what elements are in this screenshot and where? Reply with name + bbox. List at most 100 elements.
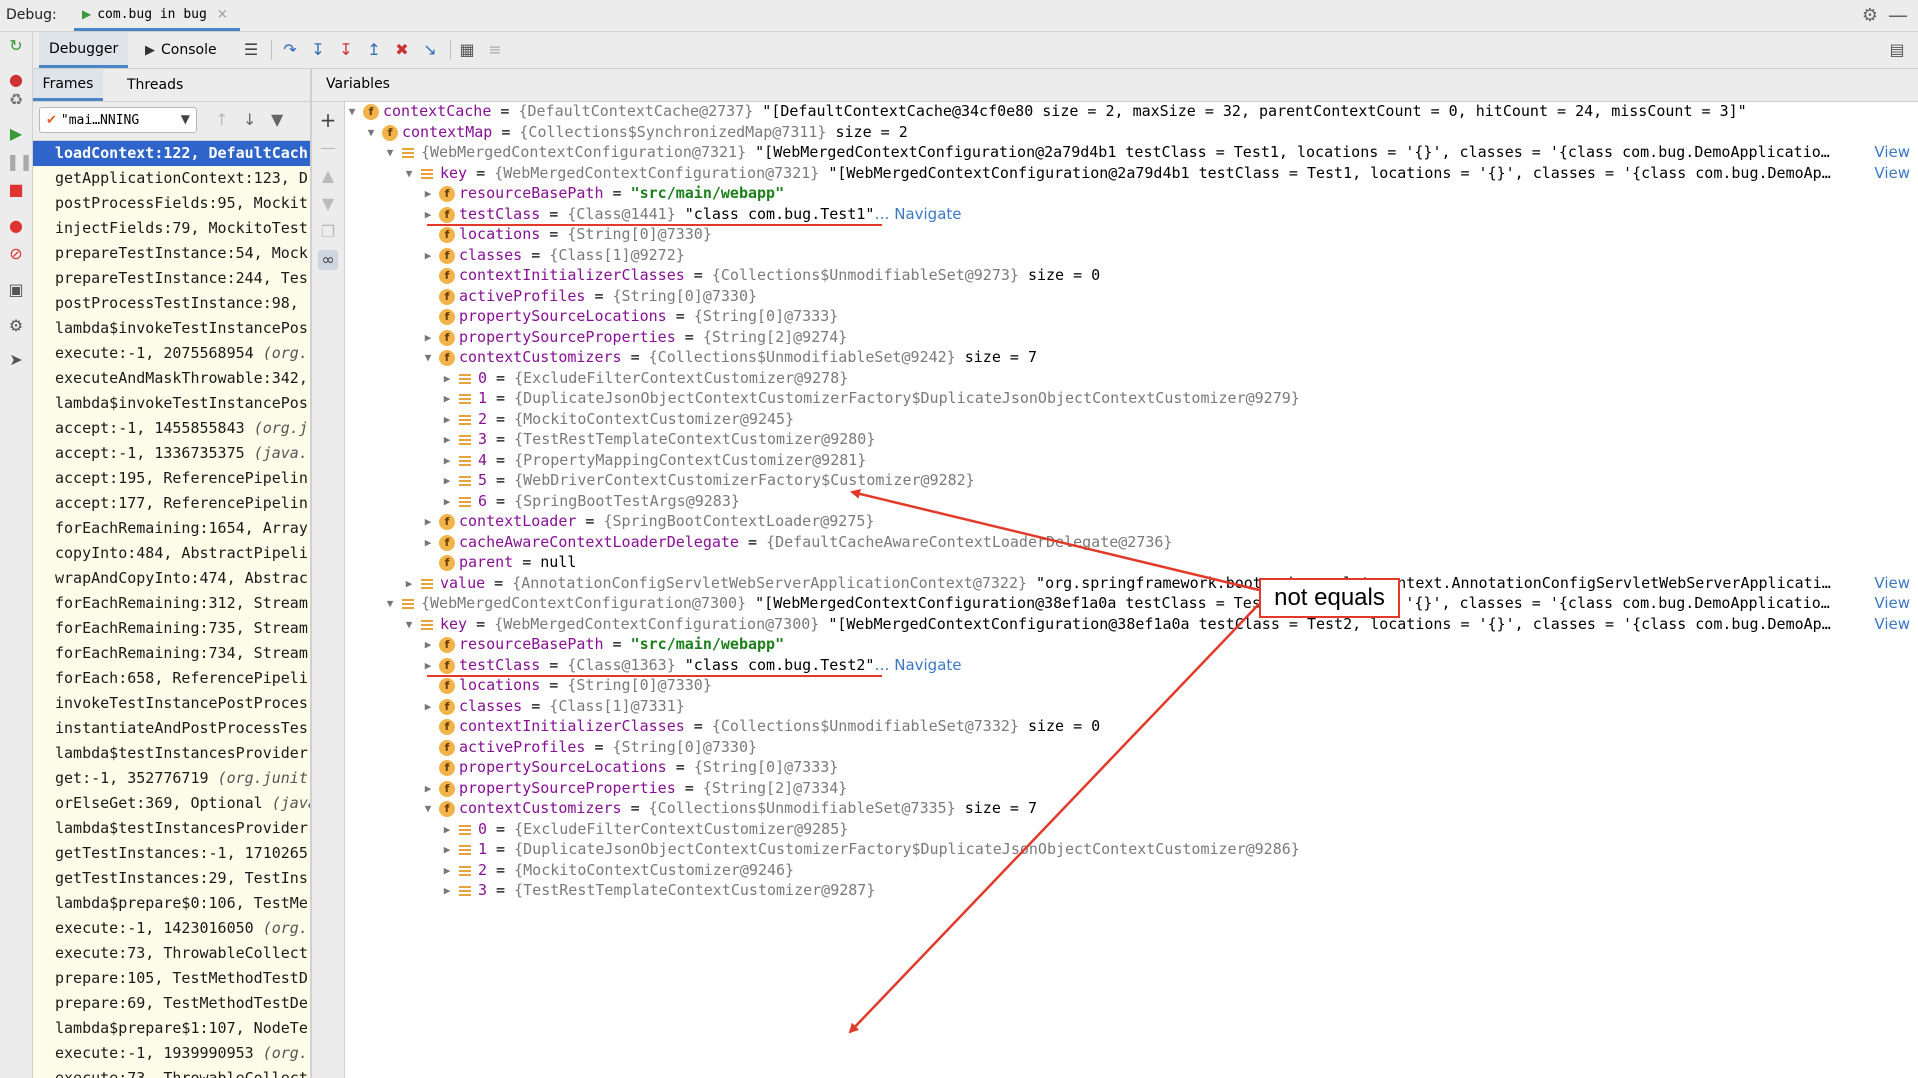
pin-icon[interactable]: ➤ [6, 350, 26, 370]
variable-type: {Class[1]@9272} [549, 245, 685, 264]
frame-row[interactable]: accept:-1, 1455855843 (org.j [33, 416, 310, 441]
move-down-icon[interactable]: ▼ [318, 194, 338, 214]
settings-icon[interactable]: ⚙ [6, 316, 26, 336]
layout-icon[interactable]: ▤ [1887, 40, 1907, 60]
variable-name: locations [459, 676, 541, 694]
frame-row[interactable]: lambda$testInstancesProvider [33, 741, 310, 766]
frame-row[interactable]: lambda$prepare$0:106, TestMe [33, 891, 310, 916]
pause-icon[interactable]: ❚❚ [6, 152, 33, 172]
frame-row[interactable]: accept:195, ReferencePipelin [33, 466, 310, 491]
frame-row[interactable]: execute:-1, 1423016050 (org. [33, 916, 310, 941]
evaluate-expression-icon[interactable]: ▦ [457, 40, 477, 60]
mute-breakpoints-icon[interactable]: ⊘ [6, 244, 26, 264]
frame-row[interactable]: orElseGet:369, Optional (java [33, 791, 310, 816]
frame-row[interactable]: forEachRemaining:1654, Array [33, 516, 310, 541]
thread-selector[interactable]: ✔ "mai…NNING ▼ [39, 107, 197, 133]
resume-icon[interactable]: ▶ [6, 124, 26, 144]
rerun-icon[interactable]: ↻ [6, 36, 26, 56]
move-up-icon[interactable]: ▲ [318, 166, 338, 186]
view-breakpoints-icon[interactable]: ● [6, 216, 26, 236]
frame-row[interactable]: invokeTestInstancePostProces [33, 691, 310, 716]
variable-row[interactable]: ▶ 3 = {TestRestTemplateContextCustomizer@… [345, 878, 1918, 903]
run-to-cursor-icon[interactable]: ↘ [420, 40, 440, 60]
step-over-icon[interactable]: ↷ [280, 40, 300, 60]
frame-text: invokeTestInstancePostProces [55, 694, 308, 712]
frame-row[interactable]: prepareTestInstance:244, Tes [33, 266, 310, 291]
annotation-not-equals: not equals [1259, 578, 1400, 618]
arrow-up-icon[interactable]: ↑ [215, 110, 228, 129]
variable-name: 0 [478, 368, 488, 387]
menu-icon[interactable]: ☰ [241, 40, 261, 60]
frame-row[interactable]: postProcessFields:95, Mockit [33, 191, 310, 216]
tab-console[interactable]: ▶ Console [145, 32, 217, 68]
glasses-icon[interactable]: ∞ [318, 250, 338, 270]
stop-icon[interactable]: ■ [6, 180, 26, 200]
variable-name: 1 [478, 389, 488, 407]
frame-row[interactable]: execute:73, ThrowableCollect [33, 1066, 310, 1078]
frame-row[interactable]: execute:73, ThrowableCollect [33, 941, 310, 966]
variable-name: 0 [478, 819, 488, 838]
add-watch-icon[interactable]: + [318, 110, 338, 130]
frame-row[interactable]: getTestInstances:-1, 1710265 [33, 841, 310, 866]
camera-icon[interactable]: ▣ [6, 280, 26, 300]
frame-row[interactable]: lambda$invokeTestInstancePos [33, 316, 310, 341]
copy-icon[interactable]: ❐ [318, 222, 338, 242]
step-out-icon[interactable]: ↥ [364, 40, 384, 60]
frame-row[interactable]: forEachRemaining:734, Stream [33, 641, 310, 666]
trace-stream-icon[interactable]: ≡ [485, 40, 505, 60]
arrow-down-icon[interactable]: ↓ [243, 110, 256, 129]
frame-row[interactable]: forEachRemaining:312, Stream [33, 591, 310, 616]
step-into-icon[interactable]: ↧ [308, 40, 328, 60]
collapsed-arrow-icon[interactable]: ▶ [440, 878, 454, 903]
frame-text: loadContext:122, DefaultCach [55, 144, 308, 162]
variable-name: 1 [478, 840, 488, 858]
rerun-failed-icon[interactable]: ● [6, 70, 26, 90]
force-step-into-icon[interactable]: ↧ [336, 40, 356, 60]
frame-row[interactable]: get:-1, 352776719 (org.junit [33, 766, 310, 791]
console-icon: ▶ [145, 42, 155, 58]
frame-row[interactable]: getApplicationContext:123, D [33, 166, 310, 191]
frame-row[interactable]: lambda$invokeTestInstancePos [33, 391, 310, 416]
frame-row[interactable]: copyInto:484, AbstractPipeli [33, 541, 310, 566]
tab-threads[interactable]: Threads [117, 69, 193, 101]
frame-row[interactable]: loadContext:122, DefaultCach [33, 141, 310, 166]
frame-row[interactable]: execute:-1, 1939990953 (org. [33, 1041, 310, 1066]
settings-gear-icon[interactable]: ⚙ [1862, 5, 1878, 26]
frame-row[interactable]: instantiateAndPostProcessTes [33, 716, 310, 741]
navigate-link[interactable]: Navigate [894, 656, 961, 674]
frame-row[interactable]: prepare:69, TestMethodTestDe [33, 991, 310, 1016]
variable-type: {Class@1363} [567, 655, 676, 674]
equals-sign: = [487, 860, 515, 879]
field-icon: f [439, 698, 455, 715]
frame-row[interactable]: wrapAndCopyInto:474, Abstrac [33, 566, 310, 591]
restore-layout-icon[interactable]: ♻ [6, 90, 26, 110]
tab-debugger[interactable]: Debugger [39, 32, 129, 68]
frame-row[interactable]: postProcessTestInstance:98, [33, 291, 310, 316]
frame-row[interactable]: injectFields:79, MockitoTest [33, 216, 310, 241]
close-tab-icon[interactable]: × [217, 7, 228, 22]
debug-session-tab[interactable]: ▶ com.bug in bug × [74, 0, 240, 31]
variable-type: {WebDriverContextCustomizerFactory$Custo… [514, 471, 975, 489]
tab-frames[interactable]: Frames [33, 69, 103, 101]
minimize-icon[interactable]: — [1888, 3, 1908, 27]
variable-value: "[DefaultContextCache@34cf0e80 size = 2,… [753, 102, 1747, 120]
frame-row[interactable]: getTestInstances:29, TestIns [33, 866, 310, 891]
frame-row[interactable]: execute:-1, 2075568954 (org. [33, 341, 310, 366]
filter-icon[interactable]: ▼ [271, 110, 283, 129]
frame-row[interactable]: accept:177, ReferencePipelin [33, 491, 310, 516]
equals-sign: = [522, 696, 550, 715]
frame-row[interactable]: lambda$testInstancesProvider [33, 816, 310, 841]
frame-row[interactable]: forEach:658, ReferencePipeli [33, 666, 310, 691]
frame-row[interactable]: executeAndMaskThrowable:342, [33, 366, 310, 391]
drop-frame-icon[interactable]: ✖ [392, 40, 412, 60]
frame-row[interactable]: prepare:105, TestMethodTestD [33, 966, 310, 991]
frame-row[interactable]: prepareTestInstance:54, Mock [33, 241, 310, 266]
frame-row[interactable]: accept:-1, 1336735375 (java. [33, 441, 310, 466]
frame-row[interactable]: lambda$prepare$1:107, NodeTe [33, 1016, 310, 1041]
navigate-link[interactable]: Navigate [894, 205, 961, 223]
frame-row[interactable]: forEachRemaining:735, Stream [33, 616, 310, 641]
list-item-icon [458, 473, 472, 489]
frame-text: prepareTestInstance:244, Tes [55, 269, 308, 287]
equals-sign: = [513, 553, 541, 571]
remove-watch-icon[interactable]: — [318, 138, 338, 158]
